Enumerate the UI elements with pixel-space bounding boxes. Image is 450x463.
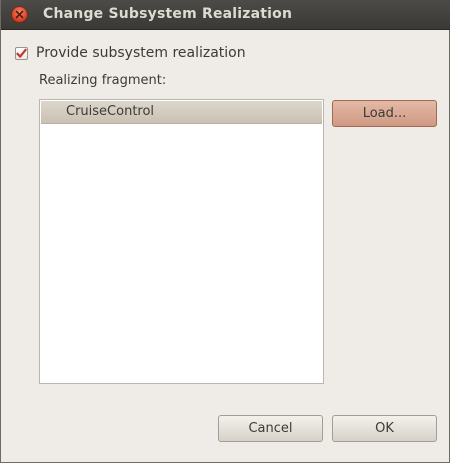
dialog-window: Change Subsystem Realization Provide sub…	[0, 0, 450, 463]
provide-realization-checkbox[interactable]	[15, 46, 28, 60]
title-bar[interactable]: Change Subsystem Realization	[1, 0, 450, 30]
close-icon	[15, 10, 24, 19]
provide-realization-label: Provide subsystem realization	[36, 45, 246, 61]
load-button[interactable]: Load...	[332, 100, 437, 127]
cancel-button[interactable]: Cancel	[218, 415, 323, 442]
fragment-list[interactable]: CruiseControl	[39, 99, 324, 384]
checkmark-icon	[16, 48, 27, 58]
list-item[interactable]: CruiseControl	[41, 101, 322, 124]
window-title: Change Subsystem Realization	[43, 6, 293, 22]
realizing-fragment-label: Realizing fragment:	[39, 73, 167, 88]
provide-realization-row[interactable]: Provide subsystem realization	[15, 44, 246, 62]
close-button[interactable]	[11, 6, 28, 23]
list-item-label: CruiseControl	[66, 104, 155, 119]
ok-button[interactable]: OK	[332, 415, 437, 442]
